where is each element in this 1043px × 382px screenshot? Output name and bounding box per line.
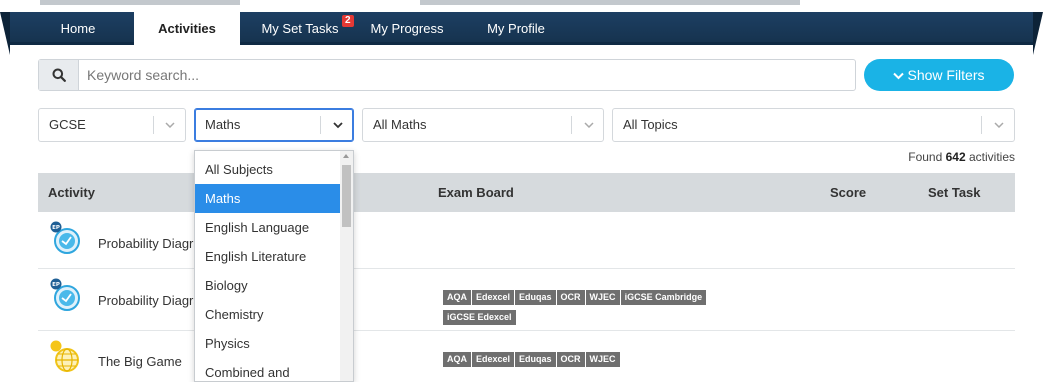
chevron-down-icon: [584, 122, 594, 129]
search-button[interactable]: [39, 60, 79, 90]
exam-board-badge: WJEC: [585, 290, 620, 305]
exam-board-badge: Eduqas: [515, 352, 556, 367]
stopwatch-icon: EP: [50, 221, 80, 254]
subject-select-value: Maths: [205, 117, 241, 132]
exam-board-badge: AQA: [443, 290, 471, 305]
tab-my-set-tasks[interactable]: My Set Tasks: [250, 12, 350, 45]
chevron-down-icon: [994, 122, 1004, 129]
results-count-suffix: activities: [968, 150, 1015, 164]
tab-activities[interactable]: Activities: [134, 12, 240, 48]
exam-board-badge: Edexcel: [472, 352, 515, 367]
course-select-value: All Maths: [373, 117, 427, 132]
dropdown-option-maths[interactable]: Maths: [195, 184, 341, 213]
top-strip-shade: [420, 0, 800, 5]
exam-board-badge: WJEC: [585, 352, 620, 367]
dropdown-scroll-thumb[interactable]: [342, 165, 351, 227]
table-header: Activity Exam Board Score Set Task: [38, 173, 1015, 212]
nav-fold-right: [1033, 12, 1043, 55]
search-bar: [38, 59, 856, 91]
header-activity[interactable]: Activity: [48, 173, 95, 212]
tab-home[interactable]: Home: [48, 12, 108, 45]
show-filters-button[interactable]: Show Filters: [864, 59, 1014, 91]
exam-board-badges: AQA Edexcel Eduqas OCR WJEC iGCSE Cambridge iG…: [443, 288, 773, 328]
exam-board-badge: AQA: [443, 352, 471, 367]
dropdown-scrollbar[interactable]: [340, 151, 353, 381]
table-row[interactable]: EP Probability Diagrams AQA Edexcel Eduqas…: [38, 269, 1015, 331]
select-separator: [571, 116, 572, 134]
select-separator: [320, 116, 321, 134]
globe-icon: [50, 340, 79, 372]
subject-select[interactable]: Maths: [194, 108, 354, 142]
search-input[interactable]: [87, 60, 847, 90]
header-score[interactable]: Score: [830, 173, 866, 212]
scroll-up-icon[interactable]: [343, 154, 349, 158]
subject-dropdown-menu: All Subjects Maths English Language Engl…: [194, 150, 354, 382]
dropdown-option-combined[interactable]: Combined and: [195, 358, 341, 381]
exam-board-badge: OCR: [556, 290, 585, 305]
table-row[interactable]: EP Probability Diagrams: [38, 212, 1015, 269]
header-set-task[interactable]: Set Task: [928, 173, 981, 212]
select-separator: [153, 116, 154, 134]
results-count-prefix: Found: [908, 150, 943, 164]
tab-my-profile[interactable]: My Profile: [478, 12, 554, 45]
level-select-value: GCSE: [49, 117, 86, 132]
exam-board-badge: OCR: [556, 352, 585, 367]
dropdown-option-biology[interactable]: Biology: [195, 271, 341, 300]
set-tasks-badge: 2: [342, 15, 354, 27]
results-count-number: 642: [945, 150, 966, 164]
table-row[interactable]: The Big Game AQA Edexcel Eduqas OCR WJEC: [38, 331, 1015, 382]
dropdown-option-physics[interactable]: Physics: [195, 329, 341, 358]
topics-select-value: All Topics: [623, 117, 678, 132]
tab-my-progress[interactable]: My Progress: [362, 12, 452, 45]
top-strip: [0, 0, 1043, 12]
results-count: Found 642 activities: [860, 150, 1015, 164]
exam-board-badges: AQA Edexcel Eduqas OCR WJEC: [443, 350, 773, 370]
chevron-down-icon: [893, 73, 905, 80]
show-filters-label: Show Filters: [907, 67, 985, 83]
dropdown-option-english-language[interactable]: English Language: [195, 213, 341, 242]
main-nav: Home Activities My Set Tasks 2 My Progre…: [0, 12, 1043, 55]
chevron-down-icon: [333, 122, 343, 129]
nav-fold-left: [0, 12, 10, 55]
dropdown-option-chemistry[interactable]: Chemistry: [195, 300, 341, 329]
tab-my-set-tasks-label: My Set Tasks: [261, 21, 339, 36]
course-select[interactable]: All Maths: [362, 108, 604, 142]
stopwatch-icon: EP: [50, 278, 80, 311]
top-strip-shade: [40, 0, 240, 5]
dropdown-option-english-literature[interactable]: English Literature: [195, 242, 341, 271]
svg-text:EP: EP: [52, 225, 60, 231]
level-select[interactable]: GCSE: [38, 108, 186, 142]
header-exam-board[interactable]: Exam Board: [438, 173, 514, 212]
dropdown-option-all-subjects[interactable]: All Subjects: [195, 155, 341, 184]
exam-board-badge: Eduqas: [515, 290, 556, 305]
exam-board-badge: iGCSE Edexcel: [443, 310, 516, 325]
exam-board-badge: iGCSE Cambridge: [620, 290, 707, 305]
exam-board-badge: Edexcel: [472, 290, 515, 305]
topics-select[interactable]: All Topics: [612, 108, 1015, 142]
search-icon: [52, 68, 66, 82]
chevron-down-icon: [165, 122, 175, 129]
select-separator: [981, 116, 982, 134]
svg-text:EP: EP: [52, 282, 60, 288]
activity-title[interactable]: The Big Game: [98, 354, 182, 369]
